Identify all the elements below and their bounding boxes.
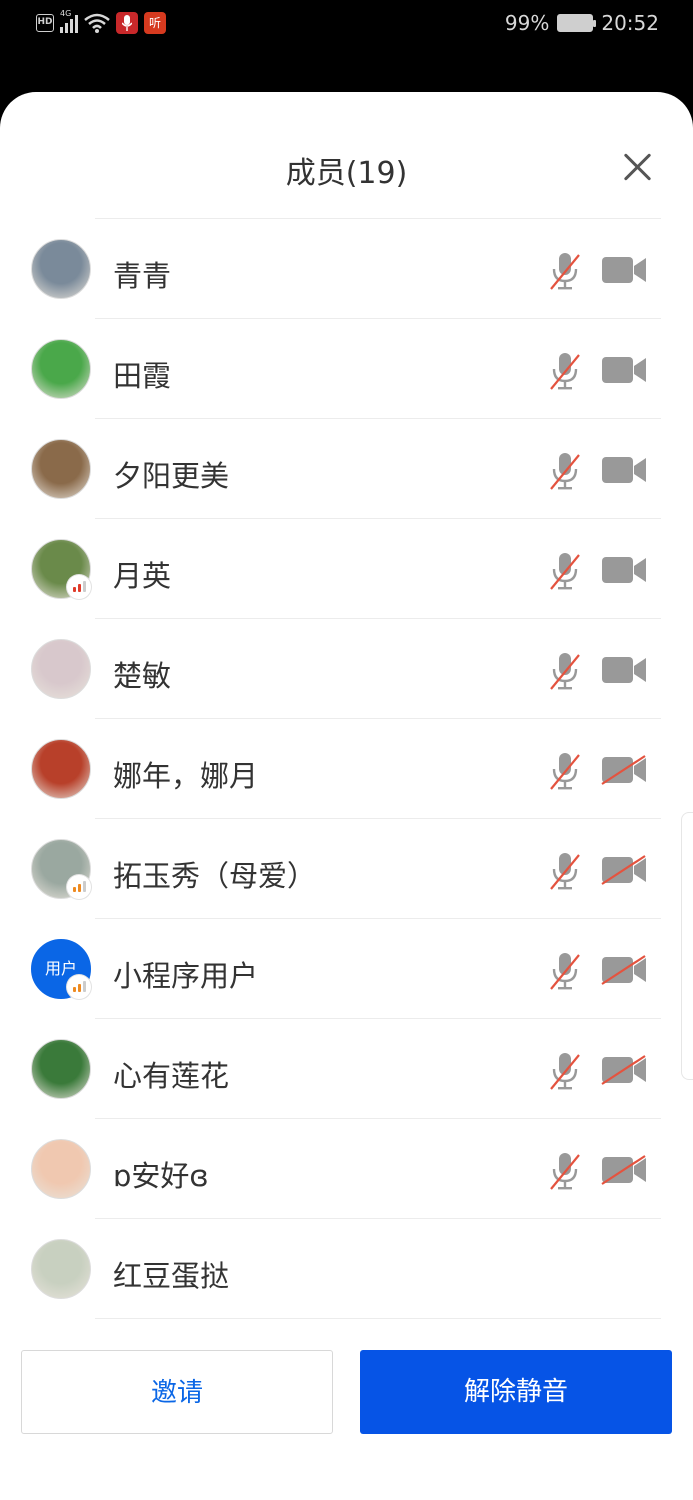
clock: 20:52 [601,11,659,35]
camera-off-icon[interactable] [601,1155,647,1185]
mic-muted-icon[interactable] [550,252,580,290]
sheet-header: 成员(19) [0,92,693,218]
camera-off-icon[interactable] [601,855,647,885]
member-row[interactable]: 红豆蛋挞 [0,1219,693,1319]
member-name: 拓玉秀（母爱） [113,859,317,893]
mic-muted-icon[interactable] [550,1052,580,1090]
mic-muted-icon[interactable] [550,952,580,990]
camera-off-icon[interactable] [601,755,647,785]
member-name: 娜年，娜月 [113,759,259,793]
mic-muted-icon[interactable] [550,352,580,390]
member-row[interactable]: 拓玉秀（母爱） [0,819,693,919]
member-name: 红豆蛋挞 [113,1259,230,1293]
volume-indicator-icon [67,575,91,599]
wifi-icon [84,13,110,33]
scroll-indicator[interactable] [681,812,693,1080]
mic-muted-icon[interactable] [550,652,580,690]
divider [95,1318,661,1319]
member-row[interactable]: 用户 小程序用户 [0,919,693,1019]
avatar[interactable] [31,439,91,499]
mic-muted-icon[interactable] [550,552,580,590]
hd-icon: HD [36,14,54,32]
battery-percent: 99% [504,11,550,35]
member-name: 小程序用户 [113,959,259,993]
camera-icon[interactable] [601,255,647,285]
camera-icon[interactable] [601,655,647,685]
camera-icon[interactable] [601,355,647,385]
ting-app-icon: 听 [144,12,166,34]
member-name: 月英 [113,559,172,593]
member-name: 夕阳更美 [113,459,230,493]
page-title: 成员(19) [285,156,408,191]
mic-muted-icon[interactable] [550,452,580,490]
mic-muted-icon[interactable] [550,1152,580,1190]
avatar[interactable] [31,639,91,699]
member-row[interactable]: 心有莲花 [0,1019,693,1119]
member-row[interactable]: 娜年，娜月 [0,719,693,819]
volume-indicator-icon [67,875,91,899]
member-list[interactable]: 青青田霞夕阳更美月英楚敏娜年，娜月拓玉秀（母爱） 用户 小程序用户心有莲花 ɒ安好ɞ 红… [0,219,693,1319]
avatar[interactable] [31,1239,91,1299]
avatar[interactable] [31,1139,91,1199]
member-row[interactable]: 楚敏 [0,619,693,719]
recording-mic-icon [116,12,138,34]
mic-muted-icon[interactable] [550,852,580,890]
unmute-button[interactable]: 解除静音 [360,1350,672,1434]
member-row[interactable]: 田霞 [0,319,693,419]
member-row[interactable]: ɒ安好ɞ [0,1119,693,1219]
camera-icon[interactable] [601,455,647,485]
members-sheet: 成员(19) 青青田霞夕阳更美月英楚敏娜年，娜月拓玉秀（母爱） 用户 小程序用户心有… [0,92,693,1500]
member-name: 田霞 [113,359,172,393]
battery-icon [557,14,597,32]
status-bar: HD 4G 听 99% 20:52 [0,0,693,48]
network-type: 4G [60,9,72,18]
mic-muted-icon[interactable] [550,752,580,790]
camera-off-icon[interactable] [601,955,647,985]
member-row[interactable]: 月英 [0,519,693,619]
camera-icon[interactable] [601,555,647,585]
member-name: 楚敏 [113,659,172,693]
member-name: 青青 [113,259,172,293]
avatar[interactable] [31,239,91,299]
avatar[interactable] [31,1039,91,1099]
close-icon[interactable] [623,152,653,182]
invite-button[interactable]: 邀请 [21,1350,333,1434]
member-row[interactable]: 青青 [0,219,693,319]
avatar[interactable] [31,739,91,799]
signal-icon: 4G [60,9,78,33]
avatar[interactable] [31,339,91,399]
member-row[interactable]: 夕阳更美 [0,419,693,519]
member-name: 心有莲花 [113,1059,230,1093]
volume-indicator-icon [67,975,91,999]
camera-off-icon[interactable] [601,1055,647,1085]
member-name: ɒ安好ɞ [113,1159,209,1193]
